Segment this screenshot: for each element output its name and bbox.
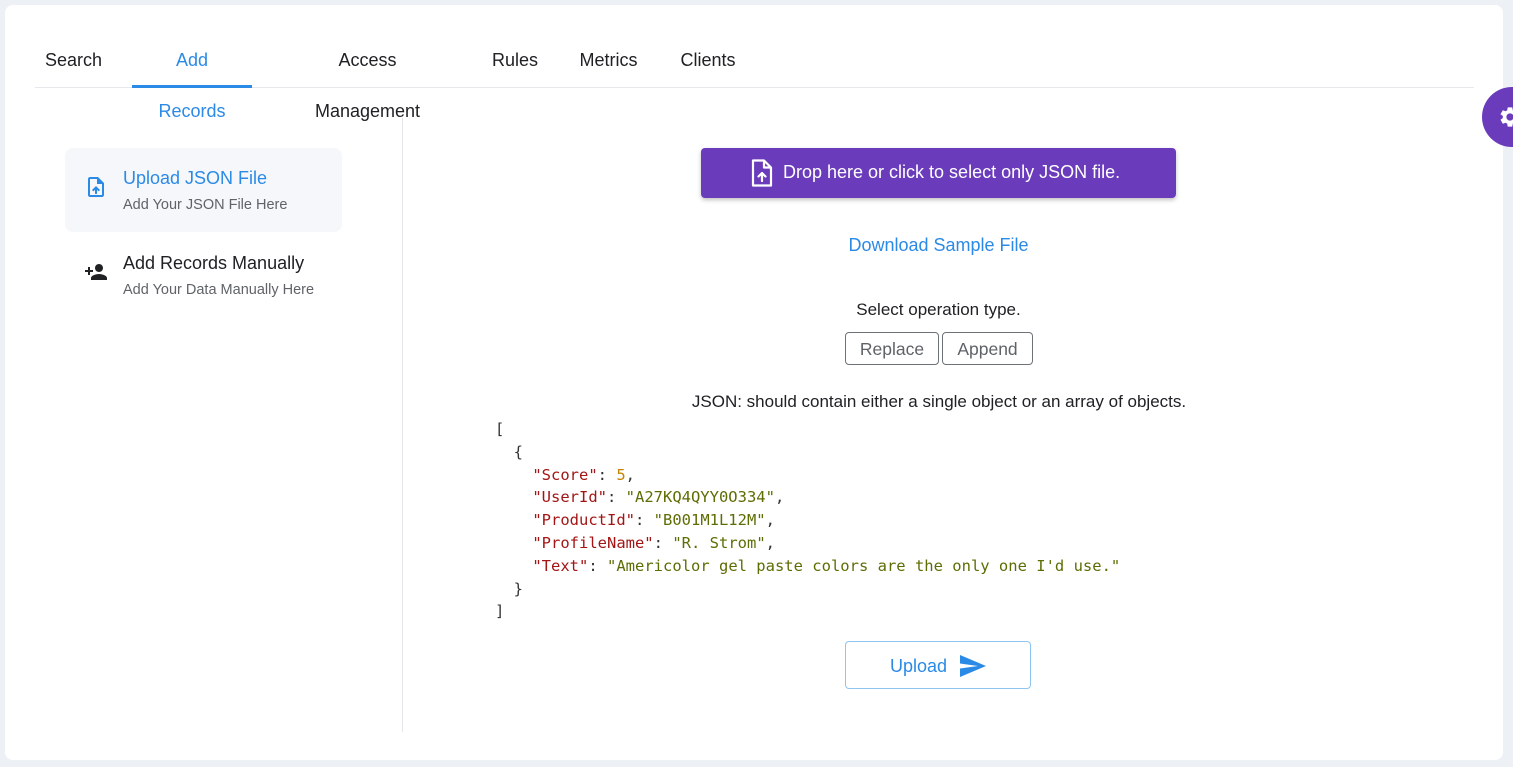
download-sample-link[interactable]: Download Sample File (701, 235, 1176, 256)
json-key: "UserId" (532, 488, 607, 507)
replace-button[interactable]: Replace (845, 332, 939, 365)
json-key: "ProductId" (532, 511, 635, 530)
tab-rules[interactable]: Rules (492, 35, 538, 87)
json-dropzone-button[interactable]: Drop here or click to select only JSON f… (701, 148, 1176, 198)
json-close-bracket: ] (495, 602, 505, 621)
sidebar-item-add-manually[interactable]: Add Records Manually Add Your Data Manua… (65, 233, 342, 317)
json-value: "Americolor gel paste colors are the onl… (607, 556, 1121, 575)
append-button[interactable]: Append (942, 332, 1033, 365)
sidebar-item-subtitle: Add Your JSON File Here (123, 197, 288, 213)
gear-icon (1500, 107, 1513, 127)
tab-access-management[interactable]: Access Management (284, 35, 451, 121)
sidebar-divider (402, 118, 403, 732)
sidebar-item-title: Upload JSON File (123, 168, 268, 188)
sidebar-item-upload-json[interactable]: Upload JSON File Add Your JSON File Here (65, 148, 342, 232)
send-icon (960, 655, 986, 677)
json-key: "ProfileName" (532, 533, 654, 552)
tab-metrics[interactable]: Metrics (578, 35, 639, 87)
sample-json-code: [ { "Score": 5, "UserId": "A27KQ4QYY0O33… (495, 420, 1121, 621)
tab-clients[interactable]: Clients (680, 35, 736, 87)
json-value: "B001M1L12M" (653, 511, 766, 530)
operation-type-label: Select operation type. (856, 300, 1021, 319)
file-upload-icon (751, 159, 773, 187)
json-value: "R. Strom" (672, 533, 766, 552)
person-add-icon (85, 264, 107, 280)
json-open-brace: { (513, 442, 524, 461)
upload-button[interactable]: Upload (845, 641, 1031, 689)
json-format-hint: JSON: should contain either a single obj… (691, 392, 1187, 411)
sidebar-item-title: Add Records Manually (123, 253, 305, 273)
upload-button-label: Upload (890, 656, 948, 676)
tab-bar: Search Add Records Access Management Rul… (35, 35, 1474, 121)
json-value: "A27KQ4QYY0O334" (625, 488, 775, 507)
tab-search[interactable]: Search (45, 35, 102, 87)
json-open-bracket: [ (495, 420, 505, 438)
file-upload-icon (88, 177, 104, 197)
json-key: "Score" (532, 465, 598, 484)
tab-add-records[interactable]: Add Records (132, 35, 252, 121)
sidebar-item-subtitle: Add Your Data Manually Here (123, 282, 315, 298)
main-card: Search Add Records Access Management Rul… (5, 5, 1503, 760)
json-close-brace: } (513, 579, 524, 598)
json-key: "Text" (532, 556, 589, 575)
dropzone-label: Drop here or click to select only JSON f… (783, 162, 1121, 182)
json-value: 5 (616, 465, 626, 484)
